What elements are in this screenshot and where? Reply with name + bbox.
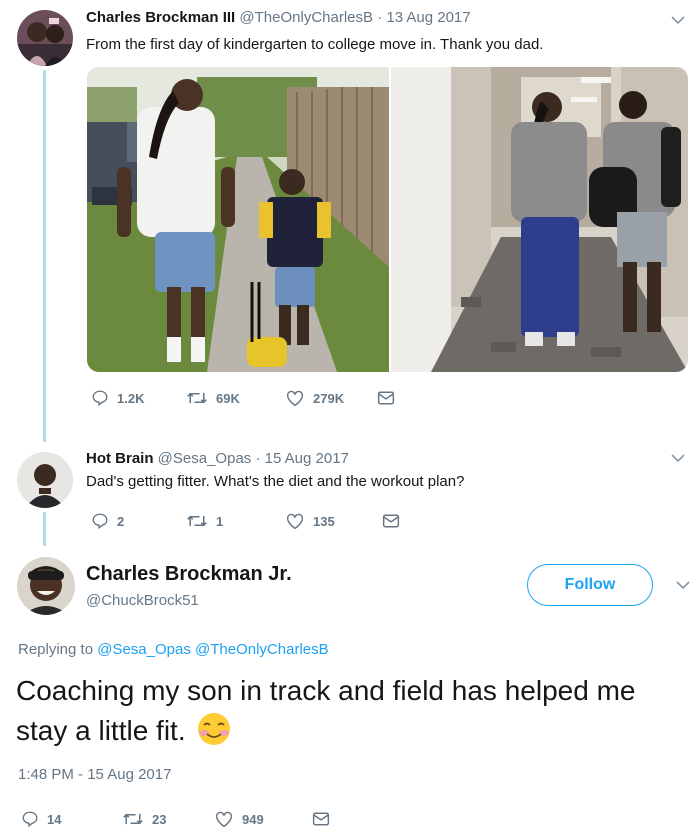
- tweet2-header: Hot Brain @Sesa_Opas · 15 Aug 2017: [86, 450, 349, 467]
- tweet2-text: Dad's getting fitter. What's the diet an…: [86, 473, 465, 490]
- thread-line-2: [43, 512, 46, 546]
- tweet1-retweet-count: 69K: [216, 390, 240, 406]
- tweet1-chevron-down-icon[interactable]: [671, 15, 685, 25]
- main-tweet-author-name[interactable]: Charles Brockman Jr.: [86, 563, 292, 586]
- reply-icon: [92, 390, 108, 407]
- tweet1-header: Charles Brockman III @TheOnlyCharlesB · …: [86, 9, 471, 26]
- tweet2-reply-count: 2: [117, 513, 125, 529]
- photo-college-move-in[interactable]: [391, 67, 688, 372]
- main-tweet-chevron-down-icon[interactable]: [676, 580, 690, 590]
- replying-to-link-sesa-opas[interactable]: @Sesa_Opas: [97, 641, 191, 658]
- heart-icon: [215, 811, 233, 828]
- tweet2-retweet-count: 1: [216, 513, 224, 529]
- follow-button[interactable]: Follow: [527, 564, 653, 606]
- tweet2-chevron-down-icon[interactable]: [671, 453, 685, 463]
- tweet2-author-handle[interactable]: @Sesa_Opas: [158, 450, 252, 467]
- photo-kindergarten[interactable]: [87, 67, 389, 372]
- thread-line-1: [43, 70, 46, 442]
- tweet2-retweet-button[interactable]: 1: [186, 511, 223, 531]
- tweet1-text: From the first day of kindergarten to co…: [86, 36, 544, 53]
- tweet2-like-button[interactable]: 135: [285, 511, 335, 531]
- reply-icon: [22, 811, 38, 828]
- tweet1-reply-button[interactable]: 1.2K: [91, 388, 144, 408]
- main-tweet-timestamp[interactable]: 1:48 PM - 15 Aug 2017: [18, 766, 171, 783]
- avatar-charles-brockman-iii[interactable]: [17, 10, 73, 66]
- replying-to-label: Replying to: [18, 641, 94, 658]
- tweet1-like-button[interactable]: 279K: [285, 388, 344, 408]
- main-tweet-author-handle[interactable]: @ChuckBrock51: [86, 592, 199, 609]
- heart-icon: [286, 390, 304, 407]
- main-tweet-dm-button[interactable]: [311, 809, 331, 829]
- envelope-icon: [377, 391, 395, 405]
- avatar-hot-brain[interactable]: [17, 452, 73, 508]
- smiling-face-with-blush-icon: [194, 712, 234, 746]
- tweet1-like-count: 279K: [313, 390, 345, 406]
- tweet2-dm-button[interactable]: [381, 511, 401, 531]
- tweet1-reply-count: 1.2K: [117, 390, 145, 406]
- envelope-icon: [312, 812, 330, 826]
- heart-icon: [286, 513, 304, 530]
- avatar-charles-brockman-jr[interactable]: [17, 557, 75, 615]
- main-tweet-like-count: 949: [242, 811, 264, 827]
- envelope-icon: [382, 514, 400, 528]
- main-tweet-text: Coaching my son in track and field has h…: [16, 675, 636, 746]
- tweet1-dm-button[interactable]: [376, 388, 396, 408]
- tweet1-date[interactable]: · 13 Aug 2017: [377, 9, 470, 26]
- main-tweet-retweet-button[interactable]: 23: [122, 809, 166, 829]
- main-tweet-text-block: Coaching my son in track and field has h…: [16, 671, 676, 751]
- main-tweet-retweet-count: 23: [152, 811, 167, 827]
- replying-to-link-theonlycharlesb[interactable]: @TheOnlyCharlesB: [195, 641, 329, 658]
- reply-icon: [92, 513, 108, 530]
- retweet-icon: [123, 813, 143, 825]
- retweet-icon: [187, 515, 207, 527]
- tweet2-reply-button[interactable]: 2: [91, 511, 124, 531]
- retweet-icon: [187, 392, 207, 404]
- tweet1-author-name[interactable]: Charles Brockman III: [86, 9, 235, 26]
- main-tweet-reply-button[interactable]: 14: [21, 809, 61, 829]
- tweet2-date[interactable]: · 15 Aug 2017: [255, 450, 348, 467]
- replying-to-line: Replying to @Sesa_Opas @TheOnlyCharlesB: [18, 641, 329, 658]
- main-tweet-like-button[interactable]: 949: [214, 809, 264, 829]
- tweet1-author-handle[interactable]: @TheOnlyCharlesB: [239, 9, 373, 26]
- tweet2-like-count: 135: [313, 513, 335, 529]
- tweet2-author-name[interactable]: Hot Brain: [86, 450, 154, 467]
- tweet1-retweet-button[interactable]: 69K: [186, 388, 240, 408]
- main-tweet-reply-count: 14: [47, 811, 62, 827]
- tweet1-media[interactable]: [87, 67, 688, 372]
